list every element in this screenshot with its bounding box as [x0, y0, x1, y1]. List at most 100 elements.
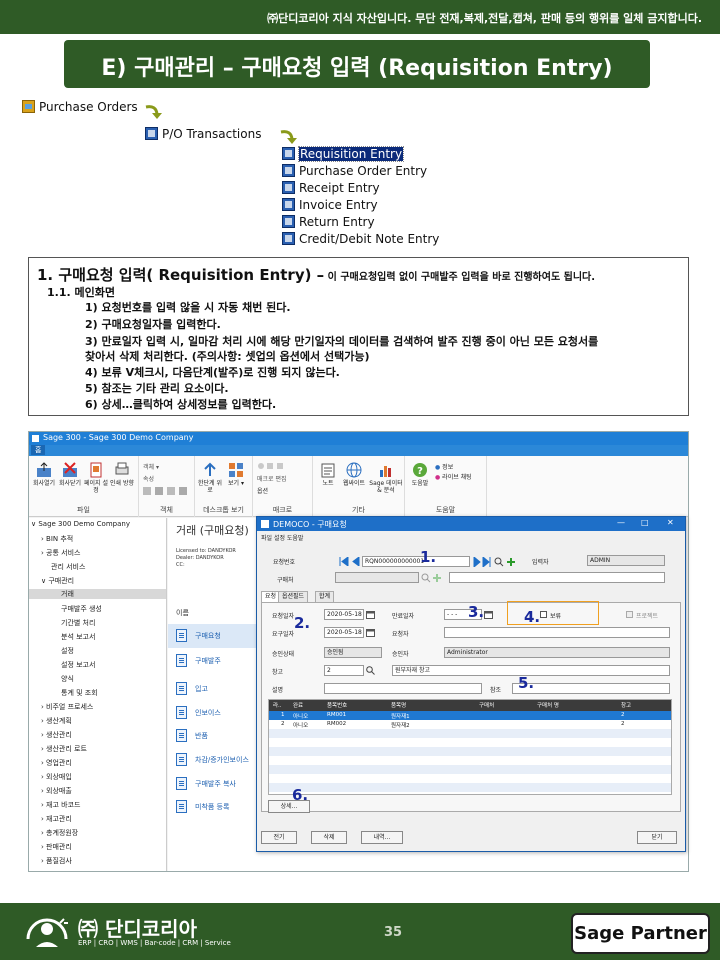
nav-item[interactable]: › 생산관리 로트 — [41, 744, 87, 754]
tree-item-return-entry[interactable]: Return Entry — [282, 215, 375, 230]
tree-item-purchase-order-entry[interactable]: Purchase Order Entry — [282, 164, 427, 179]
nav-item[interactable]: › 외상매출 — [41, 786, 72, 796]
print-orientation-button[interactable]: 인쇄 방향 — [109, 462, 135, 487]
grid-column-header[interactable]: 품목명 — [391, 701, 406, 709]
detail-button[interactable]: 상세... — [268, 800, 310, 813]
nav-item[interactable]: 설정 보고서 — [61, 660, 95, 670]
grid-column-header[interactable]: 구매처 명 — [537, 701, 559, 709]
command-return[interactable]: 반품 — [168, 724, 258, 748]
vendor-name-input[interactable] — [449, 572, 665, 583]
hold-checkbox[interactable] — [540, 611, 547, 618]
delete-button[interactable]: 삭제 — [311, 831, 347, 844]
live-chat-button[interactable]: ● 라이브 채팅 — [435, 472, 472, 481]
nav-item[interactable]: 관리 서비스 — [51, 562, 85, 572]
nav-item[interactable]: › 공통 서비스 — [41, 548, 80, 558]
edit-macro-button[interactable]: 매크로 편집 — [257, 474, 287, 483]
vendor-input[interactable] — [335, 572, 419, 583]
table-row[interactable]: 2 아니오 RM002 원자재2 2 — [269, 720, 671, 729]
tab-home[interactable]: 홈 — [31, 445, 46, 455]
nav-item[interactable]: › 생산관리 — [41, 730, 72, 740]
sage-data-analytics-button[interactable]: Sage 데이터 & 분석 — [369, 462, 403, 494]
date-input[interactable]: 2020-05-18 — [324, 609, 364, 620]
nav-item[interactable]: › 판매관리 — [41, 842, 72, 852]
reference-input[interactable] — [512, 683, 670, 694]
nav-item[interactable]: 기간별 처리 — [61, 618, 95, 628]
table-row[interactable] — [269, 783, 671, 792]
command-goods-in-transit[interactable]: 미착품 등록 — [168, 795, 258, 819]
notes-button[interactable]: 노트 — [315, 462, 341, 487]
nav-item[interactable]: › 총계정원장 — [41, 828, 78, 838]
website-button[interactable]: 웹싸이트 — [341, 462, 367, 487]
table-row[interactable] — [269, 765, 671, 774]
page-setup-button[interactable]: 페이지 설정 — [83, 462, 109, 494]
table-row[interactable] — [269, 729, 671, 738]
open-company-button[interactable]: 회사열기 — [31, 462, 57, 487]
command-copy-po[interactable]: 구매발주 복사 — [168, 772, 258, 796]
grid-column-header[interactable]: 품목번호 — [327, 701, 347, 709]
required-date-input[interactable]: 2020-05-18 — [324, 627, 364, 638]
nav-item[interactable]: ∨ Sage 300 Demo Company — [31, 520, 130, 528]
view-button[interactable]: 보기 ▾ — [223, 462, 249, 487]
nav-item[interactable]: 구매발주 생성 — [61, 604, 102, 614]
command-invoice[interactable]: 인보이스 — [168, 701, 258, 725]
nav-item-selected[interactable]: 거래 — [29, 589, 166, 599]
nav-item[interactable]: › 비주얼 프로세스 — [41, 702, 93, 712]
nav-first-prev-icon[interactable] — [339, 557, 361, 566]
req-no-input[interactable]: RQN000000000001 — [362, 556, 470, 567]
calendar-icon[interactable] — [366, 610, 375, 619]
tree-group-po-transactions[interactable]: P/O Transactions — [145, 127, 261, 142]
tab-optional-fields[interactable]: 옵션필드 — [278, 591, 309, 602]
up-one-level-button[interactable]: 한단계 위로 — [197, 462, 223, 494]
tree-item-credit-debit-note-entry[interactable]: Credit/Debit Note Entry — [282, 232, 439, 247]
minimize-icon[interactable]: — — [617, 518, 625, 527]
close-company-button[interactable]: 회사닫기 — [57, 462, 83, 487]
tree-item-receipt-entry[interactable]: Receipt Entry — [282, 181, 380, 196]
dialog-menu-bar[interactable]: 파일 설정 도움말 — [261, 533, 303, 542]
grid-column-header[interactable]: 라.. — [273, 701, 282, 709]
command-receipt[interactable]: 입고 — [168, 677, 258, 701]
grid-column-header[interactable]: 완료 — [293, 701, 303, 709]
post-button[interactable]: 전기 — [261, 831, 297, 844]
grid-column-header[interactable]: 창고 — [621, 701, 631, 709]
command-purchase-order[interactable]: 구매발주 — [168, 649, 258, 673]
job-related-checkbox[interactable] — [626, 611, 633, 618]
nav-item[interactable]: › BIN 추적 — [41, 534, 73, 544]
nav-item[interactable]: 통계 및 조회 — [61, 688, 98, 698]
help-button[interactable]: ? 도움말 — [407, 462, 433, 487]
requester-input[interactable] — [444, 627, 670, 638]
tree-root-purchase-orders[interactable]: Purchase Orders — [22, 100, 138, 115]
search-icon[interactable] — [366, 666, 375, 675]
nav-item[interactable]: 설정 — [61, 646, 74, 656]
nav-item[interactable]: › 외상매입 — [41, 772, 72, 782]
warehouse-input[interactable]: 2 — [324, 665, 364, 676]
maximize-icon[interactable]: □ — [641, 518, 649, 527]
tree-item-requisition-entry[interactable]: Requisition Entry — [282, 146, 405, 162]
history-button[interactable]: 내역... — [361, 831, 403, 844]
properties-button[interactable]: 속성 — [143, 474, 154, 483]
nav-item[interactable]: › 영업관리 — [41, 758, 72, 768]
calendar-icon[interactable] — [366, 628, 375, 637]
description-input[interactable] — [324, 683, 482, 694]
nav-item[interactable]: 분석 보고서 — [61, 632, 95, 642]
nav-item[interactable]: 양식 — [61, 674, 74, 684]
options-button[interactable]: 옵션 — [257, 486, 268, 495]
calendar-icon[interactable] — [484, 610, 493, 619]
nav-item[interactable]: ∨ 구매관리 — [41, 576, 74, 586]
grid-column-header[interactable]: 구매처 — [479, 701, 494, 709]
nav-item[interactable]: › 재고 바코드 — [41, 800, 80, 810]
close-icon[interactable]: ✕ — [667, 518, 674, 527]
nav-item[interactable]: › 생산계획 — [41, 716, 72, 726]
table-row[interactable] — [269, 747, 671, 756]
about-button[interactable]: ● 정보 — [435, 462, 453, 471]
object-menu[interactable]: 객체 ▾ — [143, 462, 159, 471]
nav-item[interactable]: › 재고관리 — [41, 814, 72, 824]
tab-totals[interactable]: 합계 — [315, 591, 335, 602]
vendor-finder-new-icon[interactable] — [421, 573, 443, 583]
command-requisition[interactable]: 구매요청 — [168, 624, 258, 648]
table-row[interactable]: 1 아니오 RM001 원자재1 2 — [269, 711, 671, 720]
tree-item-invoice-entry[interactable]: Invoice Entry — [282, 198, 378, 213]
nav-next-last-finder-new-icon[interactable] — [473, 557, 517, 567]
nav-item[interactable]: › 품질검사 — [41, 856, 72, 866]
command-credit-debit[interactable]: 차감/증가인보이스 — [168, 748, 258, 772]
close-button[interactable]: 닫기 — [637, 831, 677, 844]
